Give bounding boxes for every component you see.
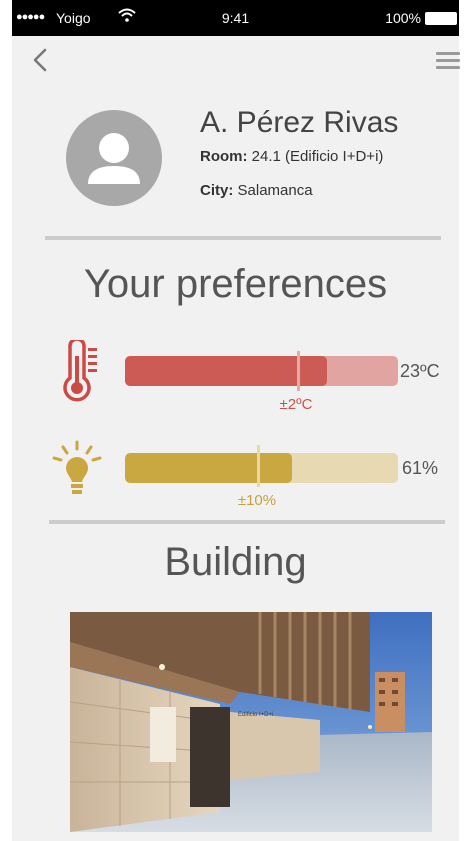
light-tolerance: ±10% (237, 492, 277, 509)
city-label: City: (200, 182, 234, 199)
temperature-setpoint-marker[interactable] (297, 351, 300, 391)
app-screen: ●●●●● Yoigo 9:41 100% A. Pérez Rivas Roo… (12, 0, 460, 841)
menu-icon[interactable] (436, 52, 460, 70)
light-setpoint-marker[interactable] (257, 445, 260, 487)
thermometer-icon (63, 340, 97, 402)
divider (49, 520, 445, 524)
light-value: 61% (402, 458, 439, 478)
building-title: Building (164, 540, 307, 584)
divider (45, 236, 441, 240)
temperature-slider[interactable] (125, 356, 398, 386)
building-photo: Edificio I+D+i (70, 612, 432, 832)
back-icon[interactable] (28, 46, 52, 74)
temperature-value: 23ºC (400, 361, 440, 381)
city-value: Salamanca (237, 182, 313, 199)
preferences-title: Your preferences (83, 262, 388, 306)
battery-icon (425, 12, 457, 25)
light-level (125, 453, 292, 483)
room-info: Room: 24.1 (Edificio I+D+i) (200, 148, 383, 165)
building-sign: Edificio I+D+i (238, 712, 273, 718)
light-bulb-icon (52, 440, 102, 494)
status-bar: ●●●●● Yoigo 9:41 100% (12, 0, 459, 36)
battery-percentage: 100% (385, 10, 421, 26)
room-value: 24.1 (Edificio I+D+i) (251, 148, 384, 165)
user-name: A. Pérez Rivas (200, 106, 399, 139)
city-info: City: Salamanca (200, 182, 313, 199)
temperature-tolerance: ±2ºC (279, 396, 313, 413)
avatar (66, 110, 162, 206)
light-slider[interactable] (125, 453, 398, 483)
user-icon (88, 133, 140, 184)
room-label: Room: (200, 148, 248, 165)
